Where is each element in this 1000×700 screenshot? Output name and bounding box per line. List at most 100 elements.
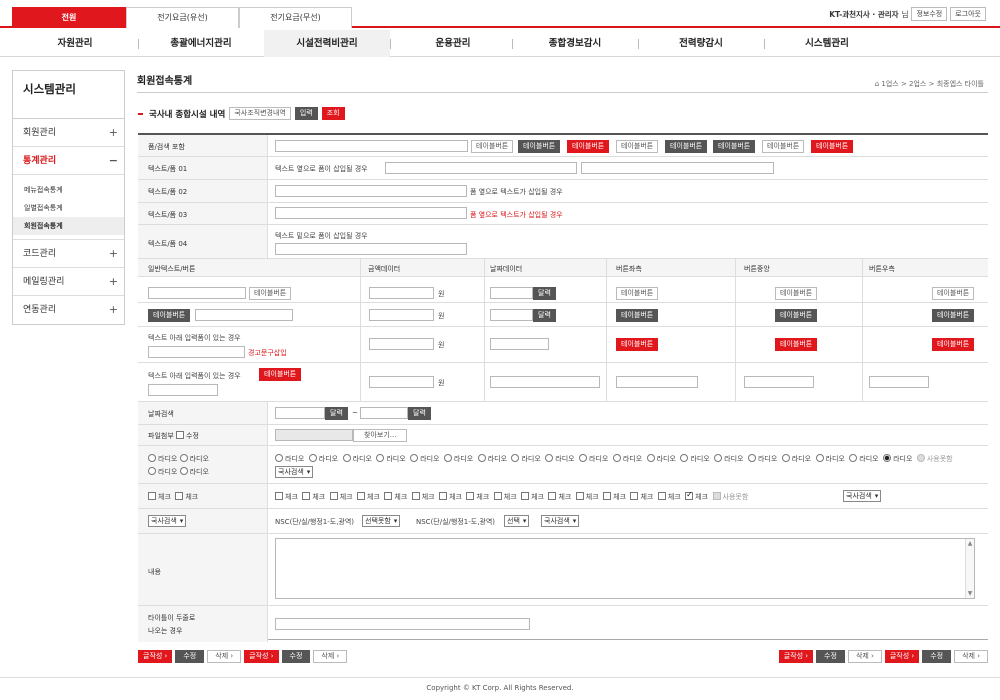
- table-button[interactable]: 테이블버튼: [616, 309, 659, 322]
- search-button[interactable]: 조회: [321, 107, 345, 120]
- table-button[interactable]: 테이블버튼: [775, 309, 818, 322]
- table-button[interactable]: 테이블버튼: [775, 338, 818, 351]
- btn-right-input[interactable]: [869, 376, 929, 388]
- nsc-select-a[interactable]: 선택못함: [362, 515, 401, 527]
- write-button[interactable]: 글작성 ›: [884, 650, 920, 663]
- radio-row: 라디오 라디오 라디오 라디오 라디오 라디오 라디오 라디오 라디오 라디오 …: [275, 454, 975, 464]
- delete-button[interactable]: 삭제 ›: [207, 650, 242, 663]
- kuksa-select[interactable]: 국사검색: [148, 515, 187, 527]
- date-input[interactable]: [490, 338, 549, 350]
- table-button[interactable]: 테이블버튼: [518, 140, 561, 153]
- input-button[interactable]: 입력: [294, 107, 318, 120]
- amount-input[interactable]: [369, 338, 434, 350]
- general-input[interactable]: [148, 384, 218, 396]
- two-line-input[interactable]: [275, 618, 530, 630]
- delete-button[interactable]: 삭제 ›: [954, 650, 988, 663]
- edit-checkbox[interactable]: [176, 431, 184, 439]
- general-input[interactable]: [195, 309, 293, 321]
- date-input[interactable]: [490, 309, 533, 321]
- info-edit-button[interactable]: 정보수정: [911, 7, 948, 21]
- table-button[interactable]: 테이블버튼: [932, 338, 975, 351]
- amount-input[interactable]: [369, 376, 434, 388]
- edit-button[interactable]: 수정: [816, 650, 845, 663]
- general-input[interactable]: [148, 287, 246, 299]
- sidebar-sub-member-stats[interactable]: 회원접속통계: [13, 217, 124, 235]
- label-file: 파일첨부 수정: [148, 431, 199, 440]
- edit-button[interactable]: 수정: [922, 650, 952, 663]
- gnav-power-monitor[interactable]: 전력량감시: [638, 30, 764, 57]
- btn-left-input[interactable]: [616, 376, 698, 388]
- gnav-facility-cost[interactable]: 시설전력비관리: [264, 30, 390, 57]
- gnav-resource[interactable]: 자원관리: [12, 30, 138, 57]
- general-input[interactable]: [148, 346, 245, 358]
- table-button[interactable]: 테이블버튼: [811, 140, 854, 153]
- sidebar-item-stats[interactable]: 통계관리 −: [13, 147, 124, 175]
- amount-input[interactable]: [369, 287, 434, 299]
- kuksa-select[interactable]: 국사검색: [843, 490, 882, 502]
- amount-input[interactable]: [369, 309, 434, 321]
- sidebar-item-link[interactable]: 연동관리 +: [13, 296, 124, 324]
- text-form-03-input[interactable]: [275, 207, 467, 219]
- search-form-input[interactable]: [275, 140, 468, 152]
- calendar-button[interactable]: 달력: [533, 309, 556, 322]
- content-textarea[interactable]: ▲ ▼: [275, 538, 975, 599]
- date-input[interactable]: [490, 287, 533, 299]
- scrollbar[interactable]: ▲ ▼: [965, 539, 974, 598]
- nsc-select-b[interactable]: 선택: [504, 515, 530, 527]
- table-button[interactable]: 테이블버튼: [932, 287, 975, 300]
- sidebar-item-code[interactable]: 코드관리 +: [13, 240, 124, 268]
- btn-center-input[interactable]: [744, 376, 814, 388]
- table-button[interactable]: 테이블버튼: [249, 287, 292, 300]
- org-change-button[interactable]: 국사조직변경내역: [229, 107, 291, 120]
- sidebar-sub-daily-stats[interactable]: 일별접속통계: [13, 199, 124, 217]
- tab-power[interactable]: 전원: [12, 7, 126, 28]
- edit-button[interactable]: 수정: [281, 650, 311, 663]
- sidebar-sub-menu-stats[interactable]: 메뉴접속통계: [13, 181, 124, 199]
- browse-button[interactable]: 찾아보기...: [353, 429, 408, 442]
- sidebar-item-member[interactable]: 회원관리 +: [13, 119, 124, 147]
- date-to-input[interactable]: [360, 407, 408, 419]
- sidebar-item-mailing[interactable]: 메일링관리 +: [13, 268, 124, 296]
- date-input[interactable]: [490, 376, 600, 388]
- gnav-alarm[interactable]: 종합경보감시: [512, 30, 638, 57]
- calendar-button[interactable]: 달력: [408, 407, 431, 420]
- kuksa-select[interactable]: 국사검색: [541, 515, 580, 527]
- write-button[interactable]: 글작성 ›: [138, 650, 173, 663]
- date-from-input[interactable]: [275, 407, 325, 419]
- text-form-01-input-b[interactable]: [581, 162, 774, 174]
- tab-elec-wireless[interactable]: 전기요금(무선): [239, 7, 352, 28]
- text-form-04-input[interactable]: [275, 243, 467, 255]
- kuksa-select[interactable]: 국사검색: [275, 466, 314, 478]
- table-button[interactable]: 테이블버튼: [567, 140, 610, 153]
- write-button[interactable]: 글작성 ›: [778, 650, 814, 663]
- delete-button[interactable]: 삭제 ›: [847, 650, 882, 663]
- calendar-button[interactable]: 달력: [325, 407, 348, 420]
- text-form-01-input-a[interactable]: [385, 162, 577, 174]
- write-button[interactable]: 글작성 ›: [244, 650, 279, 663]
- edit-button[interactable]: 수정: [175, 650, 205, 663]
- table-button[interactable]: 테이블버튼: [775, 287, 818, 300]
- table-button[interactable]: 테이블버튼: [616, 287, 659, 300]
- table-button[interactable]: 테이블버튼: [148, 309, 191, 322]
- gnav-energy[interactable]: 총괄에너지관리: [138, 30, 264, 57]
- table-button[interactable]: 테이블버튼: [762, 140, 805, 153]
- table-button[interactable]: 테이블버튼: [259, 368, 302, 381]
- tab-elec-wired[interactable]: 전기요금(유선): [126, 7, 239, 28]
- table-button[interactable]: 테이블버튼: [713, 140, 756, 153]
- table-button[interactable]: 테이블버튼: [616, 140, 659, 153]
- user-area: KT-과천지사 · 관리자 님 정보수정 로그아웃: [829, 7, 986, 21]
- table-button[interactable]: 테이블버튼: [932, 309, 975, 322]
- text-form-02-input[interactable]: [275, 185, 467, 197]
- radio-group-left2: 라디오 라디오: [148, 467, 209, 477]
- file-path-input[interactable]: [275, 429, 353, 441]
- table-button[interactable]: 테이블버튼: [665, 140, 708, 153]
- gnav-operation[interactable]: 운용관리: [390, 30, 516, 57]
- logout-button[interactable]: 로그아웃: [950, 7, 986, 21]
- label-text-form-02: 텍스트/폼 02: [148, 188, 188, 196]
- table-button[interactable]: 테이블버튼: [616, 338, 659, 351]
- minus-icon: −: [108, 154, 118, 167]
- gnav-system[interactable]: 시스템관리: [764, 30, 890, 57]
- delete-button[interactable]: 삭제 ›: [313, 650, 348, 663]
- calendar-button[interactable]: 달력: [533, 287, 556, 300]
- table-button[interactable]: 테이블버튼: [471, 140, 514, 153]
